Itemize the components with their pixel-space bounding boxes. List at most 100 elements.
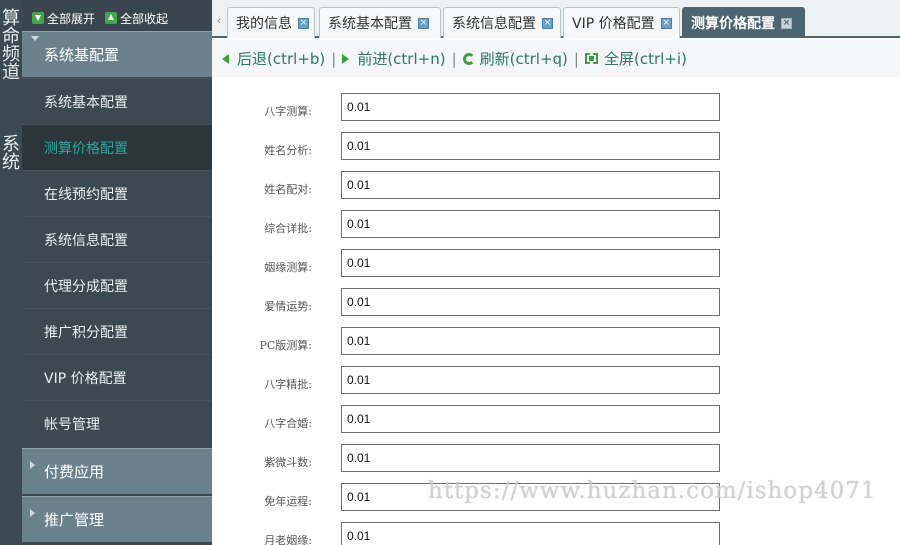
collapse-all-label: 全部收起 bbox=[120, 11, 169, 26]
forward-button[interactable]: 前进(ctrl+n) bbox=[342, 48, 446, 69]
sidebar-item-label: 测算价格配置 bbox=[44, 140, 128, 157]
sidebar-group-label: 推广管理 bbox=[44, 511, 105, 529]
sidebar-item-label: 推广积分配置 bbox=[44, 324, 128, 341]
close-icon[interactable]: × bbox=[542, 17, 553, 29]
chevron-down-icon bbox=[31, 36, 39, 41]
field-label: 八字测算: bbox=[264, 105, 312, 118]
back-arrow-icon bbox=[222, 53, 229, 64]
sidebar-item-label: 在线预约配置 bbox=[44, 186, 128, 203]
sidebar-item-system-basic-config[interactable]: 系统基本配置 bbox=[22, 78, 212, 124]
close-icon[interactable]: × bbox=[418, 17, 429, 29]
fullscreen-button[interactable]: 全屏(ctrl+i) bbox=[584, 48, 687, 69]
tab-my-info[interactable]: 我的信息 × bbox=[227, 7, 315, 38]
chevron-right-icon bbox=[30, 461, 35, 469]
back-button[interactable]: 后退(ctrl+b) bbox=[222, 48, 325, 69]
field-label: 姓名分析: bbox=[264, 144, 312, 157]
tab-system-basic-config[interactable]: 系统基本配置 × bbox=[319, 7, 441, 38]
tab-label: VIP 价格配置 bbox=[572, 16, 655, 32]
back-label: 后退(ctrl+b) bbox=[237, 50, 326, 68]
bazi-marriage-price-input[interactable] bbox=[341, 405, 720, 433]
tab-label: 测算价格配置 bbox=[691, 16, 775, 32]
sidebar-item-booking-config[interactable]: 在线预约配置 bbox=[22, 170, 212, 216]
marriage-fate-price-input[interactable] bbox=[341, 249, 720, 277]
form-row-love-fortune: 爱情运势: bbox=[212, 288, 900, 327]
sidebar-item-account-management[interactable]: 帐号管理 bbox=[22, 400, 212, 446]
pc-reading-price-input[interactable] bbox=[341, 327, 720, 355]
sidebar-item-label: 代理分成配置 bbox=[44, 278, 128, 295]
sidebar-group-label: 系统基配置 bbox=[44, 46, 120, 64]
field-label: 免年运程: bbox=[264, 495, 312, 508]
toolbar-separator: | bbox=[451, 49, 457, 68]
sidebar-item-label: 系统基本配置 bbox=[44, 94, 128, 111]
refresh-button[interactable]: 刷新(ctrl+q) bbox=[462, 48, 568, 69]
field-label: PC版测算: bbox=[259, 339, 312, 352]
refresh-label: 刷新(ctrl+q) bbox=[479, 50, 568, 68]
field-label: 月老姻缘: bbox=[264, 534, 312, 545]
form-row-matchmaker: 月老姻缘: bbox=[212, 522, 900, 545]
sidebar-group-promotion-management[interactable]: 推广管理 bbox=[22, 496, 212, 542]
form-row-bazi-marriage: 八字合婚: bbox=[212, 405, 900, 444]
form-row-name-match: 姓名配对: bbox=[212, 171, 900, 210]
sidebar-item-label: 帐号管理 bbox=[44, 416, 100, 433]
expand-all-button[interactable]: 全部展开 bbox=[32, 10, 95, 27]
name-match-price-input[interactable] bbox=[341, 171, 720, 199]
chevron-right-icon bbox=[30, 509, 35, 517]
tab-system-info-config[interactable]: 系统信息配置 × bbox=[443, 7, 561, 38]
tab-bar: ‹ 我的信息 × 系统基本配置 × 系统信息配置 × VIP 价格配置 × 测算… bbox=[212, 0, 900, 38]
forward-arrow-icon bbox=[342, 53, 350, 64]
field-label: 姓名配对: bbox=[264, 183, 312, 196]
field-label: 八字合婚: bbox=[264, 417, 312, 430]
field-label: 综合详批: bbox=[264, 222, 312, 235]
sidebar-item-price-config[interactable]: 测算价格配置 bbox=[22, 124, 212, 170]
close-icon[interactable]: × bbox=[781, 17, 792, 29]
sidebar-item-label: VIP 价格配置 bbox=[44, 370, 127, 387]
forward-label: 前进(ctrl+n) bbox=[357, 50, 446, 68]
bazi-detailed-price-input[interactable] bbox=[341, 366, 720, 394]
tab-vip-price-config[interactable]: VIP 价格配置 × bbox=[563, 7, 680, 38]
sidebar-group-system-config[interactable]: 系统基配置 bbox=[22, 31, 212, 77]
close-icon[interactable]: × bbox=[298, 17, 309, 29]
comprehensive-price-input[interactable] bbox=[341, 210, 720, 238]
sidebar-group-paid-apps[interactable]: 付费应用 bbox=[22, 448, 212, 494]
fullscreen-icon bbox=[584, 53, 598, 64]
field-label: 姻缘测算: bbox=[264, 261, 312, 274]
sidebar-group-label: 付费应用 bbox=[44, 463, 105, 481]
sidebar-item-vip-price-config[interactable]: VIP 价格配置 bbox=[22, 354, 212, 400]
name-analysis-price-input[interactable] bbox=[341, 132, 720, 160]
matchmaker-price-input[interactable] bbox=[341, 522, 720, 545]
bazi-price-input[interactable] bbox=[341, 93, 720, 121]
fullscreen-label: 全屏(ctrl+i) bbox=[603, 50, 687, 68]
toolbar-separator: | bbox=[573, 49, 579, 68]
tab-label: 我的信息 bbox=[236, 16, 292, 32]
collapse-icon bbox=[105, 12, 118, 24]
love-fortune-price-input[interactable] bbox=[341, 288, 720, 316]
toolbar: 后退(ctrl+b) | 前进(ctrl+n) | 刷新(ctrl+q) | 全… bbox=[212, 40, 900, 77]
channel-title-vertical[interactable]: 算命频道 bbox=[0, 8, 21, 80]
form-row-comprehensive: 综合详批: bbox=[212, 210, 900, 249]
form-row-pc-reading: PC版测算: bbox=[212, 327, 900, 366]
sidebar-item-label: 系统信息配置 bbox=[44, 232, 128, 249]
sidebar-item-system-info-config[interactable]: 系统信息配置 bbox=[22, 216, 212, 262]
form-row-name-analysis: 姓名分析: bbox=[212, 132, 900, 171]
ziwei-price-input[interactable] bbox=[341, 444, 720, 472]
collapse-all-button[interactable]: 全部收起 bbox=[105, 10, 168, 27]
tab-label: 系统信息配置 bbox=[452, 16, 536, 32]
form-row-bazi-detailed: 八字精批: bbox=[212, 366, 900, 405]
tab-price-config[interactable]: 测算价格配置 × bbox=[682, 7, 805, 38]
toolbar-separator: | bbox=[331, 49, 337, 68]
field-label: 爱情运势: bbox=[264, 300, 312, 313]
system-title-vertical[interactable]: 系统 bbox=[0, 134, 21, 170]
tab-label: 系统基本配置 bbox=[328, 16, 412, 32]
form-row-bazi: 八字测算: bbox=[212, 93, 900, 132]
field-label: 紫微斗数: bbox=[264, 456, 312, 469]
sidebar-item-promo-points-config[interactable]: 推广积分配置 bbox=[22, 308, 212, 354]
left-vertical-strip: 算命频道 系统 bbox=[0, 0, 22, 545]
refresh-icon bbox=[462, 52, 475, 65]
tab-scroll-left-icon[interactable]: ‹ bbox=[214, 9, 224, 31]
form-row-marriage-fate: 姻缘测算: bbox=[212, 249, 900, 288]
expand-all-label: 全部展开 bbox=[47, 11, 96, 26]
close-icon[interactable]: × bbox=[660, 17, 672, 29]
watermark: https://www.huzhan.com/ishop4071 bbox=[428, 478, 877, 504]
expand-icon bbox=[32, 12, 44, 24]
sidebar-item-agent-share-config[interactable]: 代理分成配置 bbox=[22, 262, 212, 308]
